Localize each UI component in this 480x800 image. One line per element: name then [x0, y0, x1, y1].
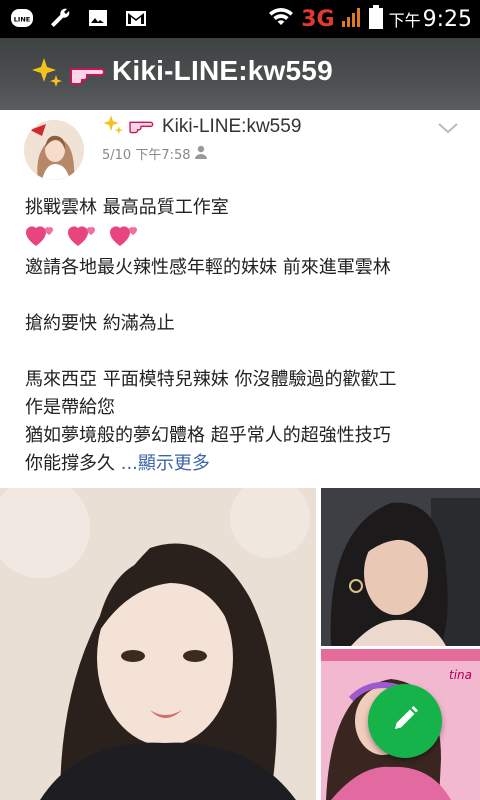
post-line-last: 你能撐多久 ...顯示更多	[25, 450, 465, 478]
sparkle-icon	[102, 114, 124, 140]
heart-icon	[109, 222, 141, 257]
pointing-hand-icon	[68, 60, 106, 90]
battery-icon	[368, 5, 383, 33]
post-line: 邀請各地最火辣性感年輕的妹妹 前來進軍雲林	[25, 257, 391, 278]
post-line: 馬來西亞 平面模特兒辣妹 你沒體驗過的歡歡工	[25, 369, 397, 390]
hearts-row	[25, 224, 465, 254]
notification-icons: LINE	[10, 6, 148, 30]
post-photo-2[interactable]	[321, 488, 480, 646]
wifi-icon	[267, 6, 295, 32]
chevron-down-icon[interactable]	[436, 120, 460, 136]
system-indicators: 3G 下午9:25	[267, 4, 472, 34]
post-body: 挑戰雲林 最高品質工作室 邀請各地最火辣性感年輕的妹妹 前來進軍雲林 搶約要快 …	[25, 194, 465, 478]
post-date: 5/10 下午7:58	[102, 148, 191, 163]
compose-button[interactable]	[368, 684, 442, 758]
wrench-icon	[48, 6, 72, 30]
heart-icon	[25, 222, 57, 257]
post-author[interactable]: Kiki-LINE:kw559	[102, 114, 301, 140]
signal-icon	[341, 6, 363, 32]
pointing-hand-icon	[128, 116, 154, 138]
post-line: 挑戰雲林 最高品質工作室	[25, 197, 229, 218]
app-header: Kiki-LINE:kw559	[0, 38, 480, 110]
post-photo-main[interactable]	[0, 488, 316, 800]
gmail-icon	[124, 6, 148, 30]
network-type: 3G	[301, 6, 335, 32]
clock: 下午9:25	[389, 7, 472, 32]
avatar[interactable]	[24, 120, 84, 180]
post-line: 你能撐多久	[25, 453, 115, 474]
photo-caption: tina	[449, 668, 472, 682]
show-more-link[interactable]: ...顯示更多	[121, 453, 210, 474]
author-name: Kiki-LINE:kw559	[162, 116, 302, 137]
clock-period: 下午	[388, 10, 421, 30]
post-line: 作是帶給您	[25, 397, 115, 418]
line-icon: LINE	[10, 6, 34, 30]
sparkle-icon	[30, 56, 64, 94]
post-line: 猶如夢境般的夢幻體格 超乎常人的超強性技巧	[25, 425, 391, 446]
pencil-icon	[390, 704, 420, 738]
heart-icon	[67, 222, 99, 257]
image-icon	[86, 6, 110, 30]
svg-text:LINE: LINE	[14, 16, 30, 24]
post-line: 搶約要快 約滿為止	[25, 313, 175, 334]
person-icon	[194, 145, 207, 163]
header-emojis	[30, 56, 106, 94]
header-title: Kiki-LINE:kw559	[112, 55, 333, 86]
clock-time: 9:25	[422, 6, 472, 32]
post-meta: 5/10 下午7:58	[102, 144, 207, 163]
status-bar: LINE 3G 下午9:25	[0, 0, 480, 38]
